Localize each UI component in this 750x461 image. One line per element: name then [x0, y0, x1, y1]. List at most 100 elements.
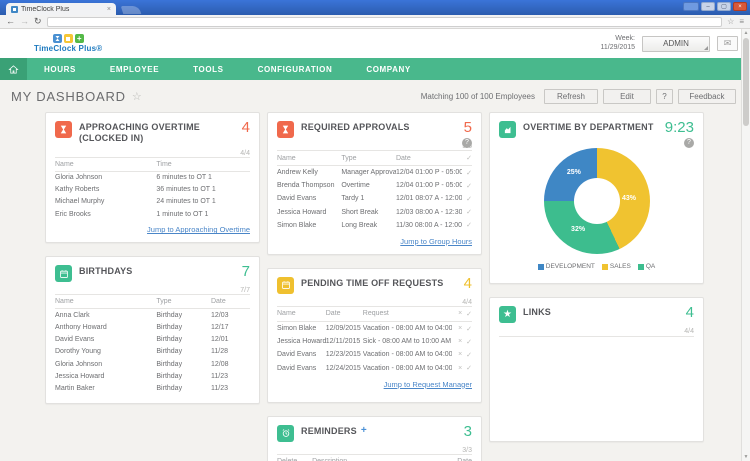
app-header: + TimeClock Plus® Week: 11/29/2015 ADMIN… [0, 29, 750, 58]
cell-time: 1 minute to OT 1 [156, 208, 250, 220]
cell-date: 11/23 [211, 370, 250, 382]
jump-to-group-hours-link[interactable]: Jump to Group Hours [277, 237, 472, 246]
window-close-button[interactable]: × [733, 2, 747, 11]
link-item[interactable] [499, 358, 694, 363]
scroll-down-icon[interactable]: ▼ [742, 454, 750, 460]
nav-item-hours[interactable]: HOURS [27, 58, 93, 80]
tab-favicon-icon [11, 6, 18, 13]
approve-check-icon[interactable]: ✓ [462, 166, 472, 180]
col-header-date: Date [396, 151, 462, 166]
page-scrollbar[interactable]: ▲ ▼ [741, 29, 750, 461]
col-header-type: Type [156, 295, 211, 309]
deny-cross-icon[interactable]: × [452, 348, 462, 361]
matching-employees-text: Matching 100 of 100 Employees [421, 92, 535, 101]
jump-to-approaching-overtime-link[interactable]: Jump to Approaching Overtime [55, 225, 250, 234]
cell-name: Gloria Johnson [55, 358, 156, 370]
approve-check-icon[interactable]: ✓ [462, 219, 472, 232]
cell-date: 12/04 01:00 P - 05:00 P [396, 179, 462, 192]
new-tab-button[interactable] [121, 6, 142, 14]
alarm-clock-icon [277, 425, 294, 442]
table-row: Jessica Howard Short Break 12/03 08:00 A… [277, 206, 472, 219]
admin-menu-button[interactable]: ADMIN [642, 36, 710, 52]
messages-button[interactable]: ✉ [717, 36, 738, 51]
cell-name: Andrew Kelly [277, 166, 341, 180]
card-title: REQUIRED APPROVALS [301, 121, 410, 133]
approve-check-icon[interactable]: ✓ [462, 348, 472, 361]
nav-item-employee[interactable]: EMPLOYEE [93, 58, 176, 80]
donut-hole [574, 178, 620, 224]
address-bar-input[interactable] [47, 17, 723, 27]
window-maximize-button[interactable]: ▢ [717, 2, 731, 11]
help-button[interactable]: ? [656, 89, 673, 104]
col-header-approve-icon: ✓ [462, 151, 472, 166]
tab-close-icon[interactable]: × [107, 6, 111, 13]
col-header-date: Date [433, 454, 472, 461]
refresh-button[interactable]: Refresh [544, 89, 598, 104]
cell-name: Martin Baker [55, 382, 156, 394]
window-controls: – ▢ × [683, 2, 747, 11]
table-row: David Evans 12/24/2015 Vacation - 08:00 … [277, 362, 472, 375]
card-count: 4 [242, 119, 250, 136]
cell-name: Simon Blake [277, 321, 326, 335]
nav-item-company[interactable]: COMPANY [349, 58, 428, 80]
approve-check-icon[interactable]: ✓ [462, 335, 472, 348]
pager-text: 4/4 [55, 150, 250, 157]
card-count: 3 [464, 423, 472, 440]
table-row: Dorothy Young Birthday 11/28 [55, 346, 250, 358]
required-approvals-table-body: Andrew Kelly Manager Approval 12/04 01:0… [277, 166, 472, 232]
deny-cross-icon[interactable]: × [452, 362, 462, 375]
birthdays-table-body: Anna Clark Birthday 12/03 Anthony Howard… [55, 309, 250, 395]
col-header-delete: Delete [277, 454, 312, 461]
pager-text: 7/7 [55, 287, 250, 294]
deny-cross-icon[interactable]: × [452, 335, 462, 348]
refresh-icon[interactable]: ↻ [34, 17, 42, 26]
col-header-approve-icon: ✓ [462, 306, 472, 321]
approve-check-icon[interactable]: ✓ [462, 192, 472, 205]
card-help-icon[interactable]: ? [684, 138, 694, 148]
approve-check-icon[interactable]: ✓ [462, 362, 472, 375]
cell-date: 11/23 [211, 382, 250, 394]
cell-request: Vacation - 08:00 AM to 04:00 PM [363, 348, 453, 361]
week-selector[interactable]: Week: 11/29/2015 [600, 35, 635, 52]
table-row: Gloria Johnson 6 minutes to OT 1 [55, 171, 250, 184]
cell-name: David Evans [277, 362, 326, 375]
col-header-date: Date [326, 306, 363, 321]
hourglass-icon [277, 121, 294, 138]
brand-name: TimeClock Plus® [34, 44, 102, 53]
edit-button[interactable]: Edit [603, 89, 651, 104]
jump-to-request-manager-link[interactable]: Jump to Request Manager [277, 380, 472, 389]
card-title: BIRTHDAYS [79, 265, 132, 277]
table-row: Kathy Roberts 36 minutes to OT 1 [55, 184, 250, 196]
window-minimize-button[interactable]: – [701, 2, 715, 11]
menu-icon[interactable]: ≡ [739, 18, 744, 26]
favorite-star-icon[interactable]: ☆ [132, 90, 142, 103]
card-help-icon[interactable]: ? [462, 138, 472, 148]
pager-text: 5/5 [277, 143, 472, 150]
cell-name: David Evans [55, 334, 156, 346]
cell-name: Dorothy Young [55, 346, 156, 358]
card-title: APPROACHING OVERTIME (CLOCKED IN) [79, 121, 226, 145]
table-row: Jessica Howard Birthday 11/23 [55, 370, 250, 382]
deny-cross-icon[interactable]: × [452, 321, 462, 335]
approve-check-icon[interactable]: ✓ [462, 206, 472, 219]
approve-check-icon[interactable]: ✓ [462, 321, 472, 335]
back-icon[interactable]: ← [6, 17, 15, 26]
slice-label-sales: 43% [622, 195, 636, 202]
scroll-up-icon[interactable]: ▲ [742, 30, 750, 36]
approve-check-icon[interactable]: ✓ [462, 179, 472, 192]
col-header-time: Time [156, 157, 250, 171]
cell-date: 11/30 08:00 A - 12:00 P [396, 219, 462, 232]
cell-time: 36 minutes to OT 1 [156, 184, 250, 196]
cell-name: Eric Brooks [55, 208, 156, 220]
nav-item-tools[interactable]: TOOLS [176, 58, 240, 80]
calendar-icon [55, 265, 72, 282]
browser-tab[interactable]: TimeClock Plus × [6, 3, 116, 15]
add-reminder-button[interactable]: + [361, 425, 367, 436]
bookmark-star-icon[interactable]: ☆ [727, 18, 734, 26]
nav-home-button[interactable] [0, 58, 27, 80]
browser-profile-button[interactable] [683, 2, 699, 11]
feedback-button[interactable]: Feedback [678, 89, 736, 104]
scrollbar-thumb[interactable] [743, 38, 749, 126]
forward-icon[interactable]: → [20, 17, 29, 26]
nav-item-configuration[interactable]: CONFIGURATION [241, 58, 350, 80]
